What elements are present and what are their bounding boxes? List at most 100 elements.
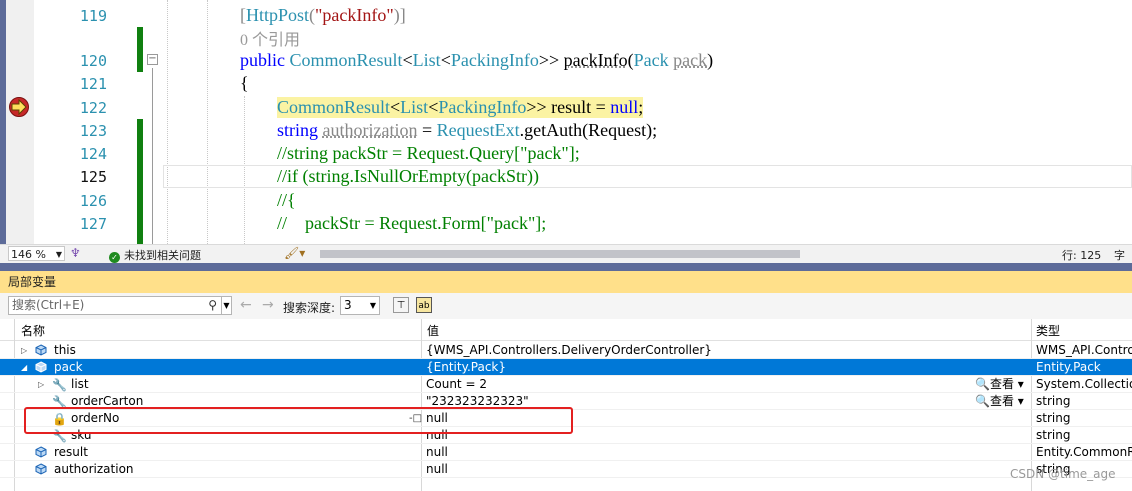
code-text[interactable]: //string packStr = Request.Query["pack"]… <box>277 143 580 164</box>
line-number: 126 <box>79 192 107 210</box>
copilot-icon[interactable]: ♆ <box>70 246 81 260</box>
search-depth-label: 搜索深度: <box>283 301 336 315</box>
column-header-type[interactable]: 类型 <box>1036 322 1060 339</box>
editor-status-bar: 146 %▼ ♆ ✓未找到相关问题 🖌▾ 行: 125 字符 <box>0 244 1132 278</box>
variable-value[interactable]: Count = 2 <box>426 376 487 393</box>
search-placeholder: 搜索(Ctrl+E) <box>12 298 85 312</box>
search-icon[interactable]: ⚲ <box>208 297 217 314</box>
line-number: 122 <box>79 99 107 117</box>
variable-name: this <box>54 343 76 357</box>
pin-icon[interactable]: ⊤ <box>393 297 409 313</box>
variable-type: WMS_API.Controll <box>1036 343 1132 357</box>
code-text[interactable]: // packStr = Request.Form["pack"]; <box>277 213 546 234</box>
expand-arrow-icon[interactable]: ▷ <box>21 342 27 359</box>
variable-name: result <box>54 445 88 459</box>
view-label: 查看 <box>989 394 1014 408</box>
code-line[interactable]: 120 public CommonResult<List<PackingInfo… <box>0 49 1132 72</box>
variable-type: string <box>1036 411 1071 425</box>
codelens-references[interactable]: 0 个引用 <box>240 26 300 50</box>
code-text[interactable]: public CommonResult<List<PackingInfo>> p… <box>240 50 713 71</box>
search-depth-select[interactable]: 3 ▼ <box>340 296 380 315</box>
magnifier-icon: 🔍 <box>975 377 990 391</box>
code-text[interactable]: [HttpPost("packInfo")] <box>240 5 406 26</box>
object-icon <box>35 463 47 475</box>
check-icon: ✓ <box>109 252 120 263</box>
table-row[interactable]: ▷ this {WMS_API.Controllers.DeliveryOrde… <box>0 342 1132 359</box>
table-row[interactable]: authorization null string <box>0 461 1132 478</box>
brush-icon[interactable]: 🖌▾ <box>284 246 305 260</box>
issues-text: 未找到相关问题 <box>124 249 201 262</box>
code-line-current[interactable]: 125 //if (string.IsNullOrEmpty(packStr)) <box>0 165 1132 188</box>
variable-type: string <box>1036 428 1071 442</box>
table-row[interactable]: result null Entity.CommonRe <box>0 444 1132 461</box>
wrench-icon: 🔧 <box>52 378 67 392</box>
variable-type: Entity.Pack <box>1036 360 1101 374</box>
object-icon <box>35 446 47 458</box>
panel-splitter[interactable] <box>0 263 1132 271</box>
search-input[interactable]: 搜索(Ctrl+E) ⚲ <box>8 296 222 315</box>
object-icon <box>35 361 47 373</box>
code-text[interactable]: //if (string.IsNullOrEmpty(packStr)) <box>277 166 539 187</box>
variable-type: string <box>1036 394 1071 408</box>
table-row-selected[interactable]: ◢ pack {Entity.Pack} Entity.Pack <box>0 359 1132 376</box>
code-text[interactable]: { <box>240 73 249 94</box>
view-visualizer-button[interactable]: 🔍查看 ▾ <box>975 376 1024 393</box>
forward-arrow-icon[interactable]: → <box>262 297 274 313</box>
line-number: 124 <box>79 145 107 163</box>
line-number: 127 <box>79 215 107 233</box>
horizontal-scrollbar[interactable] <box>320 250 800 258</box>
variable-value[interactable]: {WMS_API.Controllers.DeliveryOrderContro… <box>426 342 712 359</box>
column-header-name[interactable]: 名称 <box>21 322 45 339</box>
variable-type: System.Collection <box>1036 377 1132 391</box>
table-row[interactable]: ▷ 🔧 list Count = 2 🔍查看 ▾ System.Collecti… <box>0 376 1132 393</box>
code-line[interactable]: 121 { <box>0 72 1132 95</box>
code-line[interactable]: 119 [HttpPost("packInfo")] <box>0 4 1132 27</box>
chevron-down-icon: ▼ <box>369 301 376 310</box>
code-line[interactable]: 124 //string packStr = Request.Query["pa… <box>0 142 1132 165</box>
code-line-breakpoint[interactable]: 122 CommonResult<List<PackingInfo>> resu… <box>0 96 1132 119</box>
chevron-down-icon: ▼ <box>55 250 62 259</box>
line-number: 119 <box>79 7 107 25</box>
code-editor[interactable]: − 119 [HttpPost("packInfo")] 0 个引用 120 p… <box>0 0 1132 244</box>
line-indicator[interactable]: 行: 125 <box>1062 247 1101 263</box>
code-text[interactable]: string authorization = RequestExt.getAut… <box>277 120 657 141</box>
object-icon <box>35 344 47 356</box>
variable-value[interactable]: {Entity.Pack} <box>426 359 506 376</box>
zoom-select[interactable]: 146 % ▼ <box>8 246 65 261</box>
line-number: 121 <box>79 75 107 93</box>
annotation-highlight-box <box>24 407 573 434</box>
variable-name: authorization <box>54 462 134 476</box>
codelens-line[interactable]: 0 个引用 <box>0 26 1132 49</box>
issues-indicator[interactable]: ✓ 未找到相关问题 <box>109 247 201 263</box>
search-options-dropdown[interactable]: ▼ <box>222 296 232 315</box>
locals-panel-title[interactable]: 局部变量 <box>0 271 1132 293</box>
magnifier-icon: 🔍 <box>975 394 990 408</box>
variable-value[interactable]: null <box>426 444 448 461</box>
watermark-text: CSDN @time_age <box>1010 467 1116 481</box>
variable-name: list <box>71 377 89 391</box>
view-visualizer-button[interactable]: 🔍查看 ▾ <box>975 393 1024 410</box>
variable-name: pack <box>54 360 83 374</box>
expand-arrow-icon[interactable]: ▷ <box>38 376 44 393</box>
locals-toolbar: 搜索(Ctrl+E) ⚲ ▼ ← → 搜索深度: 3 ▼ ⊤ ab <box>0 293 1132 319</box>
code-line[interactable]: 126 //{ <box>0 189 1132 212</box>
code-text[interactable]: //{ <box>277 190 296 211</box>
window-edge <box>0 0 6 262</box>
line-number: 123 <box>79 122 107 140</box>
string-view-icon[interactable]: ab <box>416 297 432 313</box>
grid-header: 名称 值 类型 <box>0 319 1132 341</box>
zoom-value: 146 % <box>11 248 46 261</box>
back-arrow-icon[interactable]: ← <box>240 297 252 313</box>
view-label: 查看 <box>989 377 1014 391</box>
variable-type: Entity.CommonRe <box>1036 445 1132 459</box>
line-number: 120 <box>79 52 107 70</box>
code-text[interactable]: CommonResult<List<PackingInfo>> result =… <box>277 97 644 118</box>
collapse-arrow-icon[interactable]: ◢ <box>21 359 27 376</box>
column-header-value[interactable]: 值 <box>427 322 439 339</box>
line-number: 125 <box>79 168 107 186</box>
search-depth-value: 3 <box>344 298 352 312</box>
variable-value[interactable]: null <box>426 461 448 478</box>
locals-grid: 名称 值 类型 ▷ this {WMS_API.Controllers.Deli… <box>0 319 1132 491</box>
code-line[interactable]: 127 // packStr = Request.Form["pack"]; <box>0 212 1132 235</box>
code-line[interactable]: 123 string authorization = RequestExt.ge… <box>0 119 1132 142</box>
